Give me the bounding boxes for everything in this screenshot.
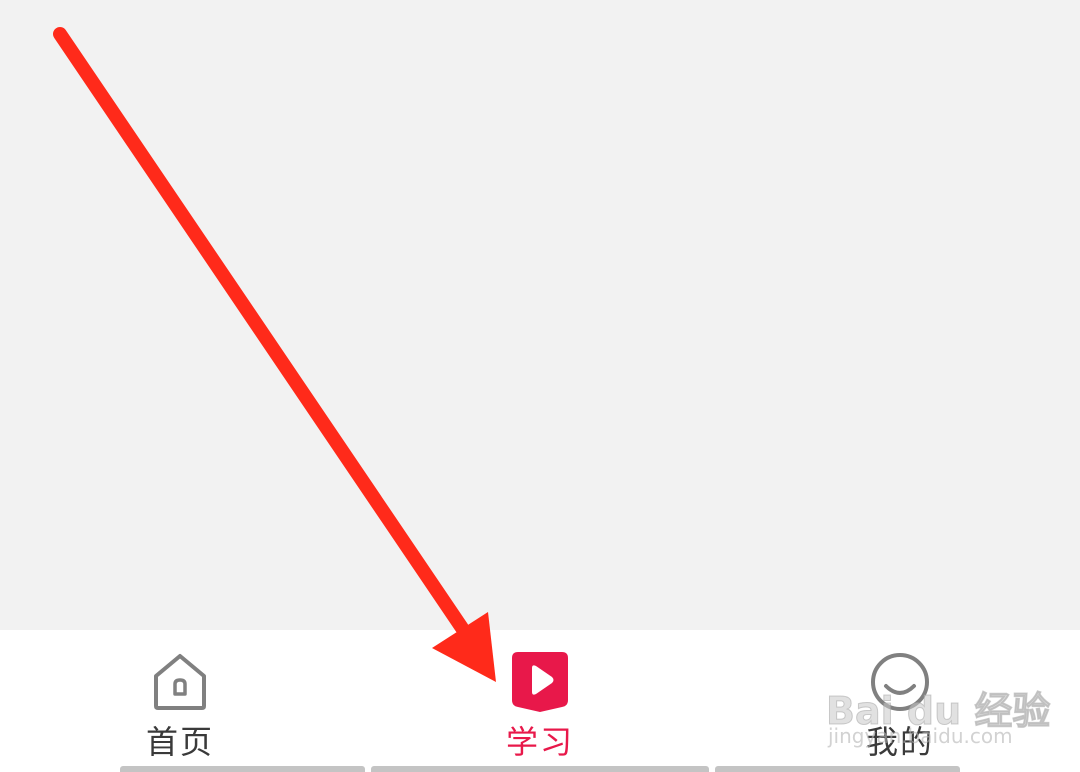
tab-study-label: 学习 xyxy=(505,723,574,761)
bottom-tab-bar: 首页 学习 我的 xyxy=(0,630,1080,772)
tab-mine[interactable]: 我的 xyxy=(820,630,980,772)
play-video-icon xyxy=(512,652,568,712)
tab-study[interactable]: 学习 xyxy=(460,630,620,772)
content-area xyxy=(0,0,1080,630)
tab-home-label: 首页 xyxy=(145,723,214,761)
tab-mine-label: 我的 xyxy=(865,723,934,761)
tab-underline-home xyxy=(120,766,365,772)
tab-underline-study xyxy=(371,766,709,772)
app-screen: 首页 学习 我的 Bai du 经验 jingyan.baidu.com xyxy=(0,0,1080,772)
tab-home[interactable]: 首页 xyxy=(100,630,260,772)
home-icon xyxy=(154,654,206,710)
tab-underline-mine xyxy=(715,766,960,772)
smiley-profile-icon xyxy=(871,653,929,711)
